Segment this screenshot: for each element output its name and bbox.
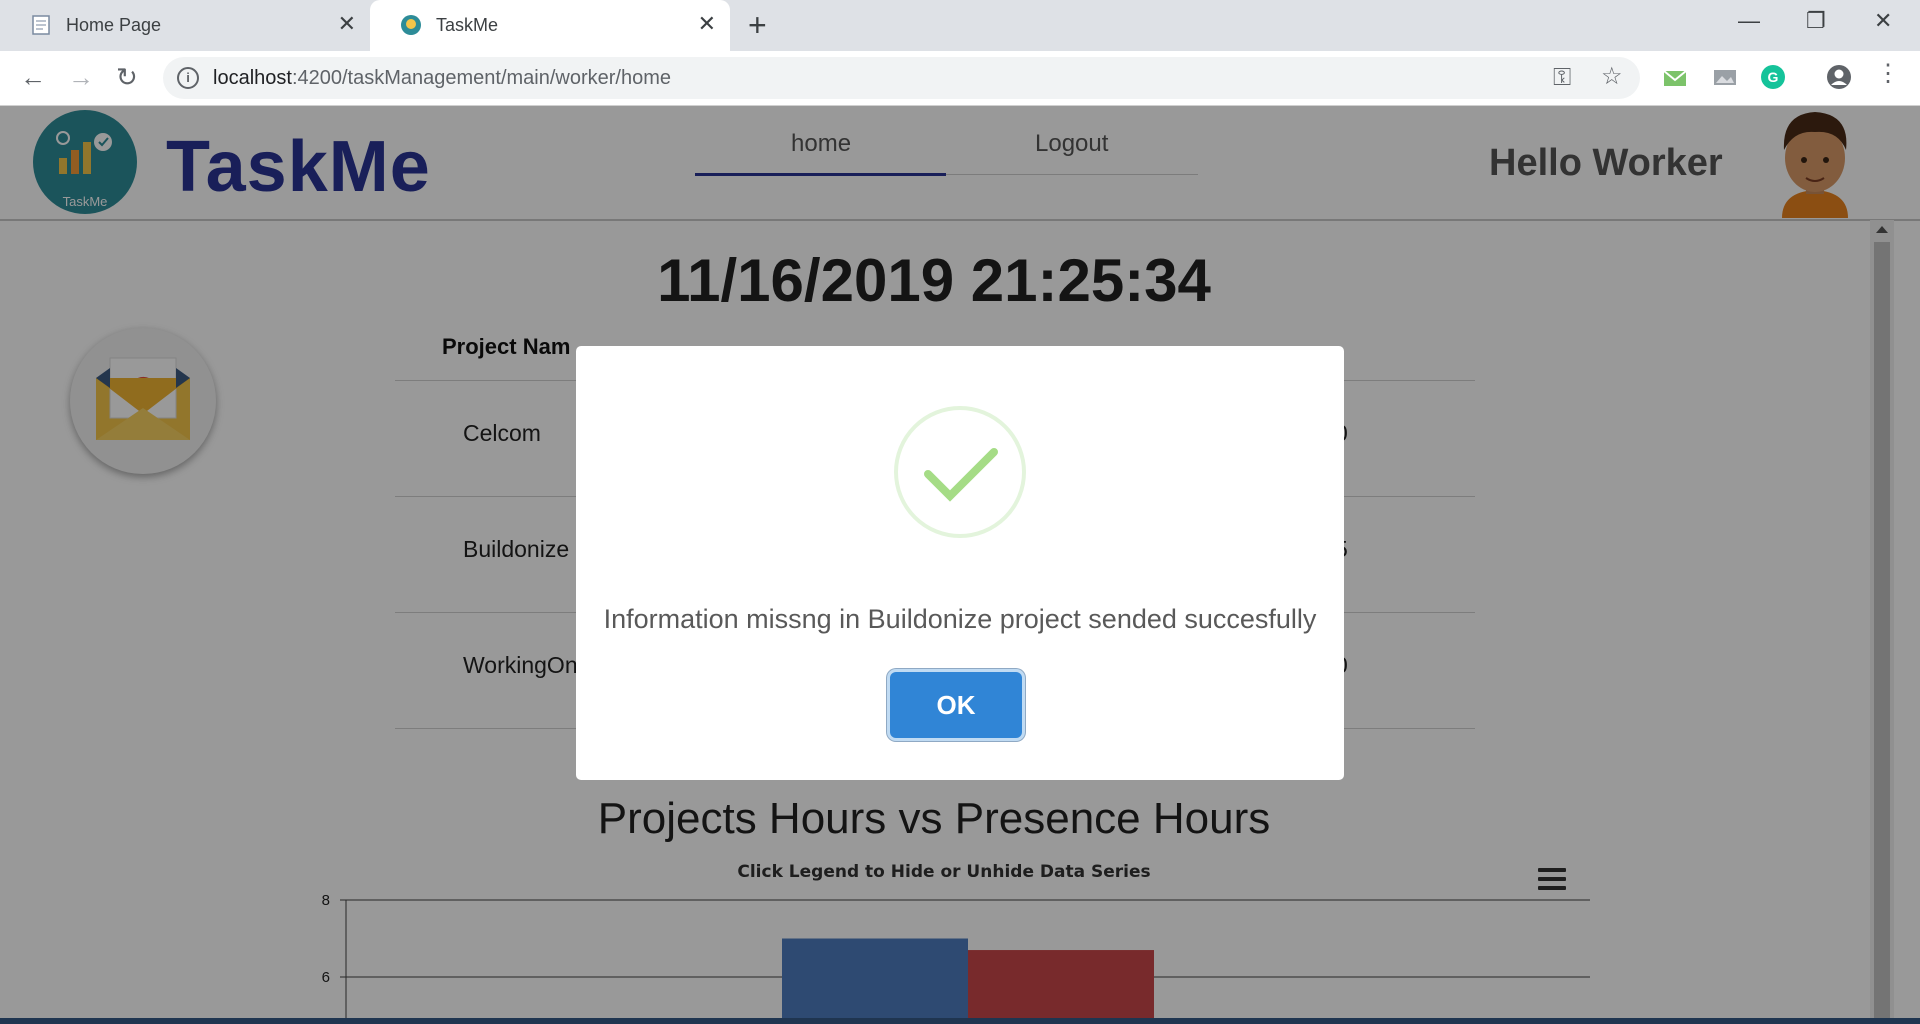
page-icon: [32, 15, 50, 35]
new-tab-icon[interactable]: +: [748, 8, 767, 42]
taskbar-edge: [0, 1018, 1920, 1024]
menu-kebab-icon[interactable]: ⋮: [1876, 61, 1900, 87]
key-icon[interactable]: ⚿: [1553, 65, 1571, 91]
svg-text:G: G: [1768, 69, 1779, 85]
extension-mail-icon[interactable]: [1662, 65, 1688, 89]
extension-grammarly-icon[interactable]: G: [1760, 64, 1786, 90]
browser-tabstrip: Home Page ✕ TaskMe ✕ + — ❐ ✕: [0, 0, 1920, 51]
success-dialog: Information missng in Buildonize project…: [576, 346, 1344, 780]
extension-image-icon[interactable]: [1712, 65, 1738, 89]
checkmark-icon: [924, 448, 998, 502]
info-icon[interactable]: i: [177, 67, 199, 89]
tab-home-page[interactable]: Home Page ✕: [0, 0, 370, 51]
dialog-message: Information missng in Buildonize project…: [603, 604, 1317, 634]
address-bar[interactable]: i localhost:4200/taskManagement/main/wor…: [163, 57, 1640, 99]
ok-button[interactable]: OK: [890, 672, 1022, 738]
reload-icon[interactable]: ↻: [116, 63, 138, 91]
profile-icon[interactable]: [1826, 64, 1852, 90]
window-close-icon[interactable]: ✕: [1874, 8, 1892, 34]
close-icon[interactable]: ✕: [338, 12, 356, 36]
success-icon-ring: [894, 406, 1026, 538]
restore-icon[interactable]: ❐: [1806, 8, 1826, 34]
taskme-favicon: [401, 15, 421, 35]
tab-title: Home Page: [66, 15, 162, 35]
bookmark-star-icon[interactable]: ☆: [1601, 64, 1623, 90]
back-icon[interactable]: ←: [20, 63, 46, 91]
forward-icon[interactable]: →: [68, 63, 94, 91]
url-text[interactable]: localhost:4200/taskManagement/main/worke…: [213, 67, 671, 90]
tab-taskme[interactable]: TaskMe ✕: [370, 0, 730, 51]
minimize-icon[interactable]: —: [1738, 8, 1760, 34]
close-icon[interactable]: ✕: [698, 12, 716, 36]
tab-title: TaskMe: [436, 15, 499, 35]
browser-toolbar: ← → ↻ i localhost:4200/taskManagement/ma…: [0, 51, 1920, 106]
